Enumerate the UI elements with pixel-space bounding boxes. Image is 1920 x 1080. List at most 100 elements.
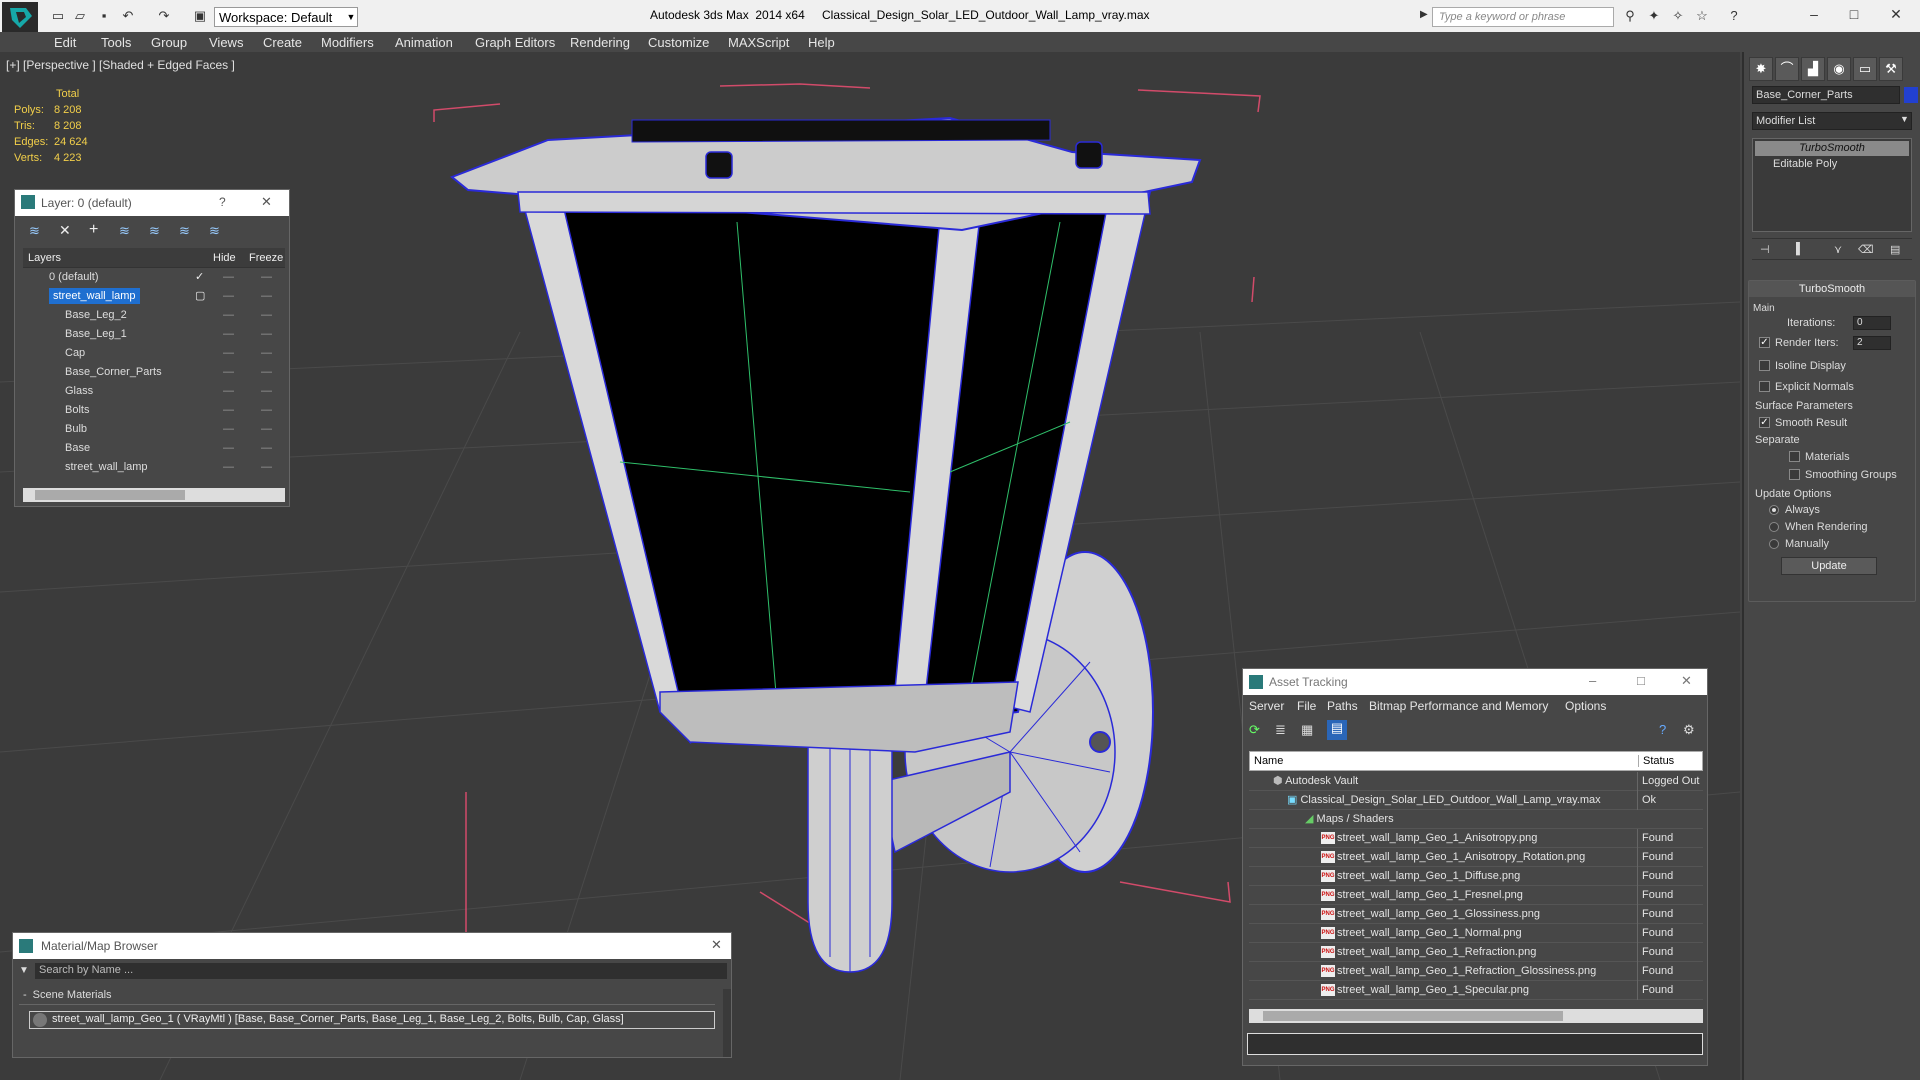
- display-tab-icon[interactable]: ▭: [1853, 57, 1877, 81]
- menu-server[interactable]: Server: [1249, 699, 1284, 713]
- delete-layer-icon[interactable]: ✕: [59, 222, 71, 239]
- motion-tab-icon[interactable]: ◉: [1827, 57, 1851, 81]
- freeze-toggle[interactable]: —: [261, 344, 272, 363]
- hide-toggle[interactable]: —: [223, 401, 234, 420]
- asset-row[interactable]: PNG street_wall_lamp_Geo_1_Anisotropy_Rot…: [1249, 848, 1703, 867]
- hide-toggle[interactable]: —: [223, 325, 234, 344]
- modifier-list-dropdown[interactable]: Modifier List: [1752, 112, 1912, 130]
- options-arrow-icon[interactable]: ▼: [19, 965, 29, 976]
- update-button[interactable]: Update: [1781, 557, 1877, 575]
- layer-row[interactable]: Base — —: [23, 439, 277, 458]
- hide-toggle[interactable]: —: [223, 306, 234, 325]
- horizontal-scrollbar[interactable]: [23, 488, 285, 502]
- iterations-spinner[interactable]: 0: [1853, 316, 1891, 330]
- asset-row[interactable]: PNG street_wall_lamp_Geo_1_Refraction.png…: [1249, 943, 1703, 962]
- chevron-down-icon[interactable]: ▼: [344, 8, 358, 26]
- freeze-toggle[interactable]: —: [261, 268, 272, 287]
- settings-icon[interactable]: ⚙: [1683, 722, 1695, 738]
- material-browser-titlebar[interactable]: Material/Map Browser ✕: [13, 933, 731, 959]
- stack-item-editable-poly[interactable]: Editable Poly: [1755, 157, 1909, 172]
- keyword-search-input[interactable]: Type a keyword or phrase: [1432, 7, 1614, 27]
- asset-row[interactable]: PNG street_wall_lamp_Geo_1_Normal.png Foun…: [1249, 924, 1703, 943]
- hide-toggle[interactable]: —: [223, 363, 234, 382]
- always-radio[interactable]: [1769, 505, 1779, 515]
- close-icon[interactable]: ✕: [711, 937, 722, 953]
- table-view-icon[interactable]: ▤: [1327, 720, 1347, 740]
- project-folder-icon[interactable]: ▣: [192, 9, 208, 23]
- favorites-star-icon[interactable]: ☆: [1694, 9, 1710, 23]
- app-logo-icon[interactable]: [2, 2, 38, 32]
- menu-rendering[interactable]: Rendering: [570, 35, 630, 50]
- menu-animation[interactable]: Animation: [395, 35, 453, 50]
- explicit-normals-checkbox[interactable]: [1759, 381, 1770, 392]
- layers-column[interactable]: Layers: [28, 252, 61, 264]
- highlight-layer-icon[interactable]: ≋: [149, 223, 160, 239]
- asset-tracking-titlebar[interactable]: Asset Tracking – □ ✕: [1243, 669, 1707, 695]
- refresh-icon[interactable]: ⟳: [1249, 722, 1260, 738]
- chevron-down-icon[interactable]: ▼: [1900, 114, 1909, 124]
- asset-row[interactable]: PNG street_wall_lamp_Geo_1_Refraction_Glo…: [1249, 962, 1703, 981]
- asset-row[interactable]: PNG street_wall_lamp_Geo_1_Glossiness.png…: [1249, 905, 1703, 924]
- pin-stack-icon[interactable]: ⊣: [1760, 243, 1770, 256]
- render-iters-checkbox[interactable]: ✓: [1759, 337, 1770, 348]
- minimize-icon[interactable]: –: [1804, 6, 1824, 24]
- asset-row[interactable]: ⬢ Autodesk Vault Logged Out: [1249, 772, 1703, 791]
- asset-row[interactable]: PNG street_wall_lamp_Geo_1_Specular.png Fo…: [1249, 981, 1703, 1000]
- when-rendering-radio[interactable]: [1769, 522, 1779, 532]
- layer-row[interactable]: street_wall_lamp ▢ — —: [23, 287, 277, 306]
- smoothing-groups-checkbox[interactable]: [1789, 469, 1800, 480]
- maximize-icon[interactable]: □: [1637, 673, 1645, 688]
- scene-materials-group[interactable]: - Scene Materials: [19, 989, 715, 1005]
- material-search-input[interactable]: Search by Name ...: [35, 963, 727, 979]
- hide-toggle[interactable]: —: [223, 344, 234, 363]
- configure-sets-icon[interactable]: ▤: [1890, 243, 1900, 256]
- menu-customize[interactable]: Customize: [648, 35, 709, 50]
- layer-set-current-icon[interactable]: ▢: [195, 287, 205, 306]
- hide-toggle[interactable]: —: [223, 458, 234, 477]
- binoculars-icon[interactable]: ⚲: [1622, 9, 1638, 23]
- menu-graph-editors[interactable]: Graph Editors: [475, 35, 555, 50]
- freeze-all-icon[interactable]: ≋: [209, 223, 220, 239]
- object-name-field[interactable]: Base_Corner_Parts: [1752, 86, 1900, 104]
- modify-tab-icon[interactable]: ⌒: [1775, 57, 1799, 81]
- vertical-scrollbar[interactable]: [723, 989, 731, 1057]
- layer-row[interactable]: Glass — —: [23, 382, 277, 401]
- open-file-icon[interactable]: ▱: [72, 9, 88, 23]
- hide-toggle[interactable]: —: [223, 268, 234, 287]
- materials-checkbox[interactable]: [1789, 451, 1800, 462]
- hierarchy-tab-icon[interactable]: ▟: [1801, 57, 1825, 81]
- isoline-checkbox[interactable]: [1759, 360, 1770, 371]
- new-file-icon[interactable]: ▭: [50, 9, 66, 23]
- layer-row[interactable]: Bolts — —: [23, 401, 277, 420]
- material-item[interactable]: street_wall_lamp_Geo_1 ( VRayMtl ) [Base…: [29, 1011, 715, 1029]
- utilities-tab-icon[interactable]: ⚒: [1879, 57, 1903, 81]
- freeze-toggle[interactable]: —: [261, 363, 272, 382]
- menu-options[interactable]: Options: [1565, 699, 1606, 713]
- maximize-icon[interactable]: □: [1844, 6, 1864, 24]
- close-icon[interactable]: ✕: [1681, 673, 1692, 689]
- close-icon[interactable]: ✕: [261, 194, 272, 210]
- layer-row[interactable]: Base_Leg_2 — —: [23, 306, 277, 325]
- freeze-toggle[interactable]: —: [261, 401, 272, 420]
- redo-icon[interactable]: ↷: [156, 9, 172, 23]
- scrollbar-thumb[interactable]: [1263, 1011, 1563, 1021]
- menu-modifiers[interactable]: Modifiers: [321, 35, 374, 50]
- asset-row[interactable]: PNG street_wall_lamp_Geo_1_Anisotropy.png…: [1249, 829, 1703, 848]
- remove-modifier-icon[interactable]: ⌫: [1858, 243, 1874, 256]
- expand-arrow-icon[interactable]: ▶: [1420, 9, 1432, 25]
- object-color-swatch[interactable]: [1904, 87, 1918, 103]
- add-to-layer-icon[interactable]: +: [89, 221, 98, 239]
- status-column[interactable]: Status: [1638, 755, 1674, 767]
- menu-maxscript[interactable]: MAXScript: [728, 35, 789, 50]
- scrollbar-thumb[interactable]: [35, 490, 185, 500]
- asset-row[interactable]: ▣ Classical_Design_Solar_LED_Outdoor_Wal…: [1249, 791, 1703, 810]
- asset-row[interactable]: PNG street_wall_lamp_Geo_1_Diffuse.png Fou…: [1249, 867, 1703, 886]
- menu-views[interactable]: Views: [209, 35, 243, 50]
- asset-row[interactable]: PNG street_wall_lamp_Geo_1_Fresnel.png Fou…: [1249, 886, 1703, 905]
- stack-item-turbosmooth[interactable]: TurboSmooth: [1755, 141, 1909, 156]
- smooth-result-checkbox[interactable]: ✓: [1759, 417, 1770, 428]
- freeze-toggle[interactable]: —: [261, 439, 272, 458]
- save-file-icon[interactable]: ▪: [96, 9, 112, 23]
- hide-toggle[interactable]: —: [223, 420, 234, 439]
- communication-icon[interactable]: ✧: [1670, 9, 1686, 23]
